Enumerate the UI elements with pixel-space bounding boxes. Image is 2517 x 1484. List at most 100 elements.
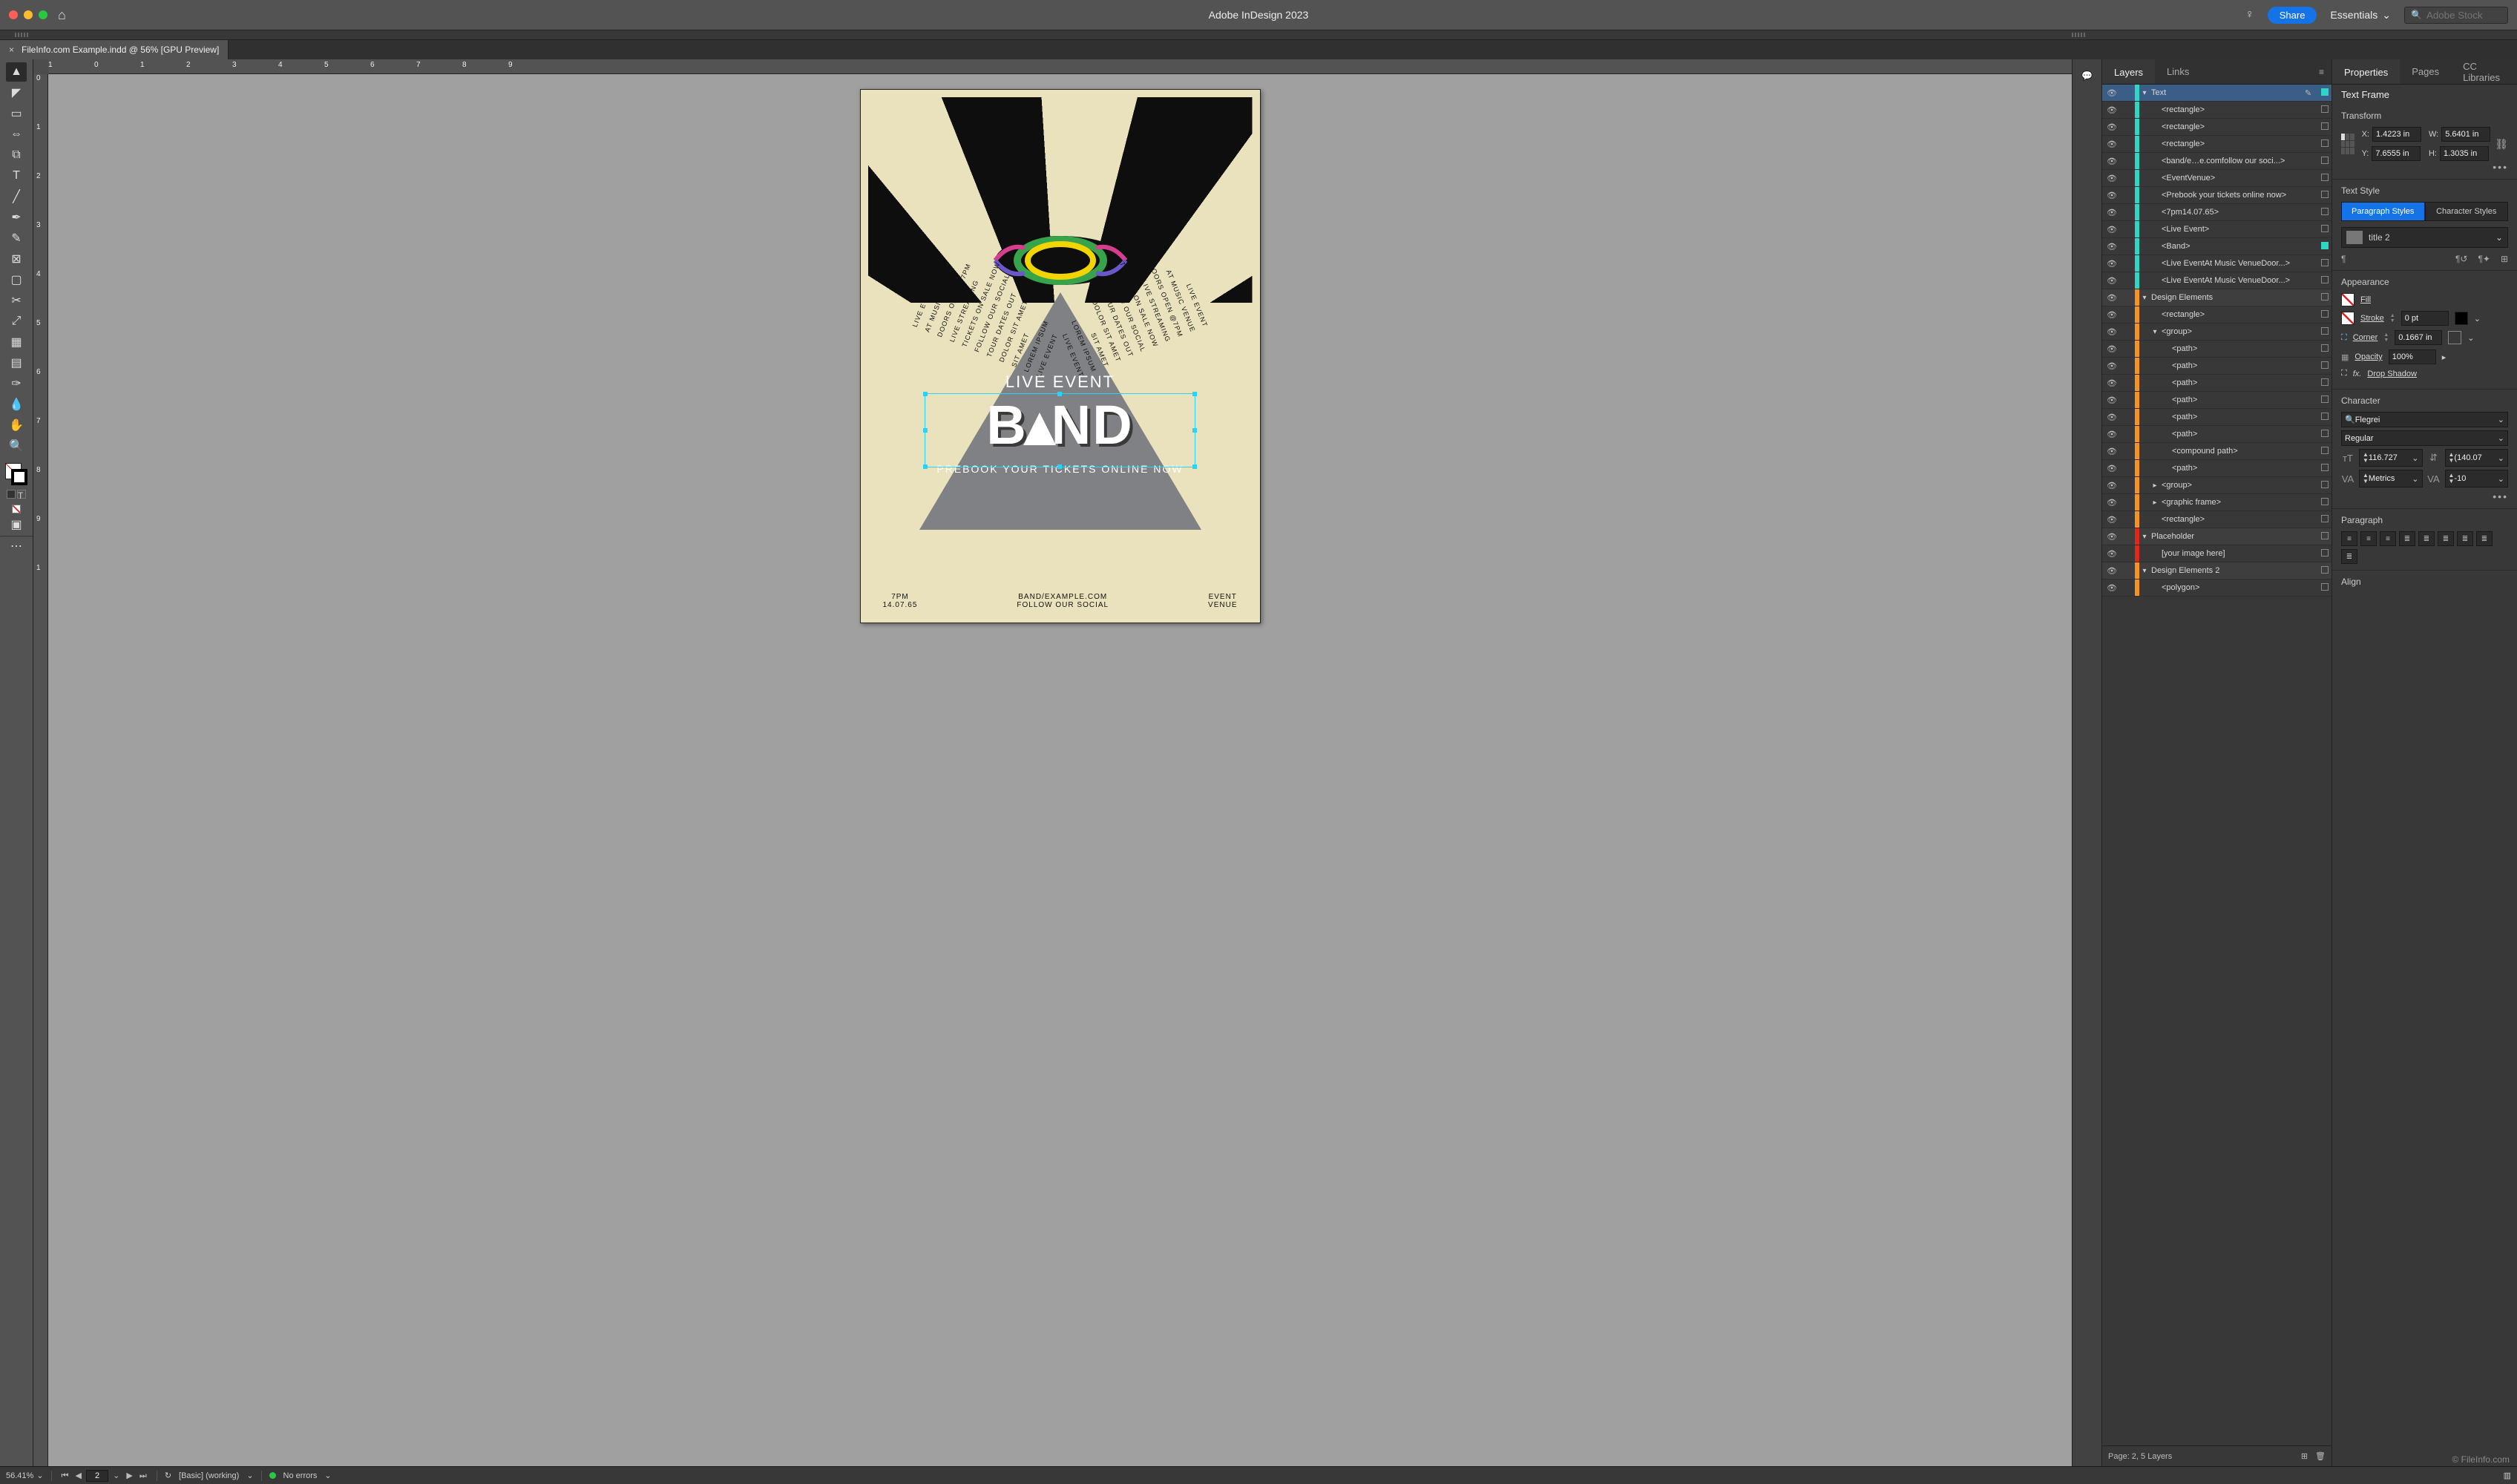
layer-name[interactable]: [your image here] [2160,549,2305,558]
new-style-icon[interactable]: ⊞ [2501,254,2508,264]
layer-row[interactable]: 👁 <path> [2102,460,2331,477]
close-window-icon[interactable] [9,10,18,19]
reference-point-proxy[interactable] [2341,134,2354,154]
selection-indicator[interactable] [2318,566,2331,576]
line-tool[interactable]: ╱ [6,187,27,206]
next-page-icon[interactable]: ▶ [124,1471,134,1480]
selection-indicator[interactable] [2318,242,2331,252]
drop-shadow-link[interactable]: Drop Shadow [2367,370,2417,378]
tab-links[interactable]: Links [2155,59,2201,84]
layer-row[interactable]: 👁<path> [2102,341,2331,358]
tab-cc-libraries[interactable]: CC Libraries [2451,59,2517,84]
selection-tool[interactable]: ▲ [6,62,27,82]
selection-indicator[interactable] [2318,259,2331,269]
layer-row[interactable]: 👁<path> [2102,375,2331,392]
window-controls[interactable] [9,10,47,19]
visibility-toggle-icon[interactable]: 👁 [2102,105,2121,115]
visibility-toggle-icon[interactable]: 👁 [2102,361,2121,371]
rectangle-frame-tool[interactable]: ⊠ [6,249,27,269]
transform-w-input[interactable] [2441,127,2490,142]
page-nav[interactable]: ⏮ ◀ ⌄ ▶ ⏭ [59,1470,149,1482]
layer-row[interactable]: 👁 <path> [2102,426,2331,443]
visibility-toggle-icon[interactable]: 👁 [2102,566,2121,576]
visibility-toggle-icon[interactable]: 👁 [2102,430,2121,439]
layer-name[interactable]: <path> [2170,344,2305,353]
selection-indicator[interactable] [2318,174,2331,183]
disclosure-icon[interactable]: ▸ [2150,499,2160,507]
justify-left-icon[interactable]: ≣ [2399,531,2415,546]
opacity-slider-icon[interactable]: ▸ [2442,352,2447,362]
gradient-feather-tool[interactable]: ▤ [6,353,27,372]
paragraph-align-buttons[interactable]: ≡ ≡ ≡ ≣ ≣ ≣ ≣ ≣ ≣ [2341,531,2508,564]
selection-indicator[interactable] [2318,532,2331,542]
selection-indicator[interactable] [2318,481,2331,490]
fill-stroke-swatch[interactable] [5,463,27,485]
zoom-tool[interactable]: 🔍 [6,436,27,456]
close-tab-icon[interactable]: × [9,45,14,55]
horizontal-ruler[interactable]: 10123456789 [48,59,2072,74]
rectangle-tool[interactable]: ▢ [6,270,27,289]
visibility-toggle-icon[interactable]: 👁 [2102,88,2121,98]
font-style-select[interactable]: ⌄ [2341,430,2508,446]
selection-indicator[interactable] [2318,122,2331,132]
selection-indicator[interactable] [2318,549,2331,559]
layer-name[interactable]: <graphic frame> [2160,498,2305,507]
visibility-toggle-icon[interactable]: 👁 [2102,515,2121,525]
disclosure-icon[interactable]: ▾ [2139,294,2150,302]
layer-name[interactable]: <Live EventAt Music VenueDoor...> [2160,276,2305,285]
visibility-toggle-icon[interactable]: 👁 [2102,395,2121,405]
tab-pages[interactable]: Pages [2400,59,2451,84]
content-collector-tool[interactable]: ⧉ [6,145,27,165]
selection-indicator[interactable] [2318,327,2331,337]
selection-indicator[interactable] [2318,413,2331,422]
visibility-toggle-icon[interactable]: 👁 [2102,498,2121,508]
layer-row[interactable]: 👁▾Design Elements [2102,289,2331,306]
selection-indicator[interactable] [2318,105,2331,115]
character-more-icon[interactable]: ••• [2341,490,2508,502]
visibility-toggle-icon[interactable]: 👁 [2102,225,2121,234]
visibility-toggle-icon[interactable]: 👁 [2102,157,2121,166]
screen-mode-toggle[interactable]: ▣ [6,515,27,534]
layer-name[interactable]: <path> [2170,430,2305,439]
stroke-swatch-icon[interactable] [11,469,27,485]
share-button[interactable]: Share [2268,7,2317,24]
tracking-input[interactable]: ▲▼⌄ [2445,470,2509,487]
layer-name[interactable]: <rectangle> [2160,139,2305,148]
document-page[interactable]: LIVE EVENTAT MUSIC VENUEDOORS OPEN @7PML… [860,89,1261,623]
default-fill-stroke[interactable] [12,505,21,513]
selection-indicator[interactable] [2318,88,2331,98]
layer-name[interactable]: Text [2150,88,2305,97]
layer-row[interactable]: 👁▸<group> [2102,477,2331,494]
fill-label[interactable]: Fill [2360,295,2371,304]
selection-indicator[interactable] [2318,395,2331,405]
scissors-tool[interactable]: ✂ [6,291,27,310]
visibility-toggle-icon[interactable]: 👁 [2102,464,2121,473]
layer-name[interactable]: <group> [2160,327,2305,336]
pencil-tool[interactable]: ✎ [6,229,27,248]
leading-input[interactable]: ▲▼⌄ [2445,449,2509,467]
layer-name[interactable]: <path> [2170,464,2305,473]
layer-name[interactable]: <path> [2170,361,2305,370]
layer-name[interactable]: <rectangle> [2160,310,2305,319]
zoom-level[interactable]: 56.41%⌄ [6,1471,44,1480]
disclosure-icon[interactable]: ▾ [2139,567,2150,575]
selection-indicator[interactable] [2318,157,2331,166]
layer-row[interactable]: 👁<Live EventAt Music VenueDoor...> [2102,255,2331,272]
fill-swatch-icon[interactable] [2341,293,2354,306]
vertical-ruler[interactable]: 01234567891 [33,74,48,1466]
layer-name[interactable]: <Live EventAt Music VenueDoor...> [2160,259,2305,268]
last-page-icon[interactable]: ⏭ [137,1471,149,1480]
visibility-toggle-icon[interactable]: 👁 [2102,413,2121,422]
kerning-input[interactable]: ▲▼⌄ [2359,470,2423,487]
layer-row[interactable]: 👁<Live Event> [2102,221,2331,238]
constrain-proportions-icon[interactable]: ⛓ [2495,138,2508,151]
font-family-select[interactable]: 🔍⌄ [2341,412,2508,427]
align-away-spine-icon[interactable]: ≣ [2341,549,2357,564]
align-left-icon[interactable]: ≡ [2341,531,2357,546]
layer-row[interactable]: 👁<path> [2102,409,2331,426]
open-recent-icon[interactable]: ↻ [165,1471,171,1480]
layer-name[interactable]: <7pm14.07.65> [2160,208,2305,217]
panel-menu-icon[interactable]: ≡ [2311,59,2331,84]
layer-row[interactable]: 👁<rectangle> [2102,102,2331,119]
layer-row[interactable]: 👁<Prebook your tickets online now> [2102,187,2331,204]
